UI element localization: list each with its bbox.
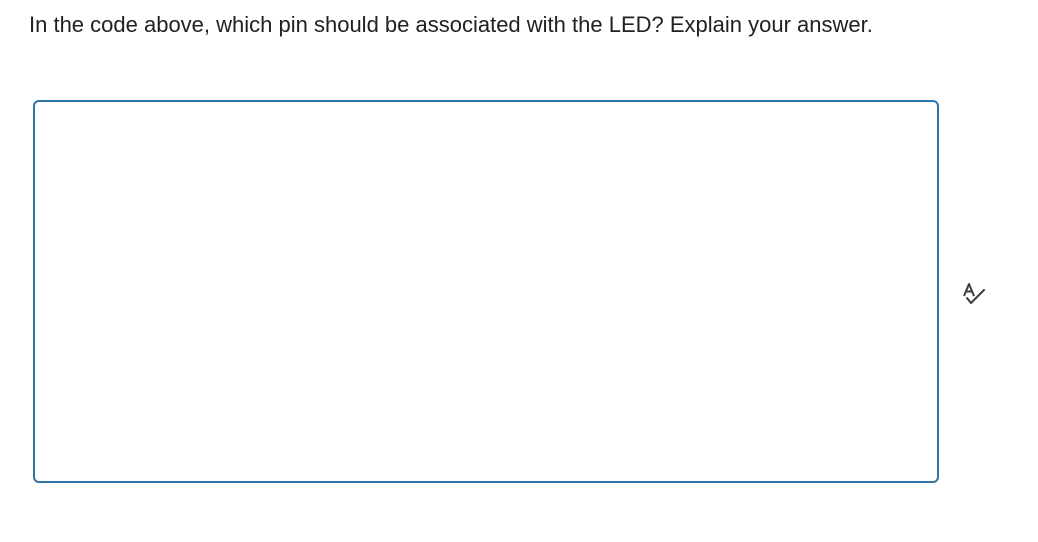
answer-input[interactable] [33,100,939,483]
question-text: In the code above, which pin should be a… [29,12,873,37]
spellcheck-icon[interactable] [960,281,988,307]
